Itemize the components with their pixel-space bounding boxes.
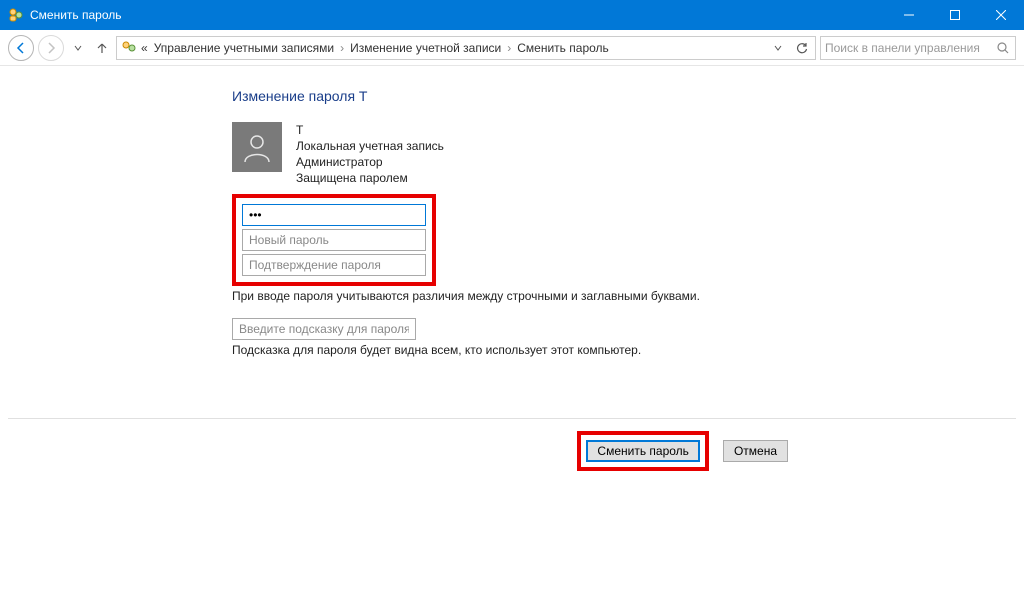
breadcrumb-seg[interactable]: Управление учетными записями (152, 41, 336, 55)
password-hint-input[interactable] (232, 318, 416, 340)
change-password-button[interactable]: Сменить пароль (586, 440, 700, 462)
password-fields-highlight (232, 194, 436, 286)
window-controls (886, 0, 1024, 30)
navigation-bar: « Управление учетными записями › Изменен… (0, 30, 1024, 66)
account-type: Локальная учетная запись (296, 138, 444, 154)
current-password-input[interactable] (242, 204, 426, 226)
breadcrumb-prefix: « (139, 41, 150, 55)
cancel-wrapper: Отмена (723, 431, 788, 462)
new-password-input[interactable] (242, 229, 426, 251)
user-accounts-icon (121, 40, 137, 56)
chevron-right-icon[interactable]: › (338, 41, 346, 55)
breadcrumb-seg[interactable]: Изменение учетной записи (348, 41, 503, 55)
account-protection: Защищена паролем (296, 170, 444, 186)
search-box[interactable] (820, 36, 1016, 60)
cancel-button[interactable]: Отмена (723, 440, 788, 462)
dialog-footer: Сменить пароль Отмена (8, 418, 1016, 470)
confirm-password-input[interactable] (242, 254, 426, 276)
account-name: T (296, 122, 444, 138)
address-bar[interactable]: « Управление учетными записями › Изменен… (116, 36, 816, 60)
window-title: Сменить пароль (30, 8, 886, 22)
minimize-button[interactable] (886, 0, 932, 30)
nav-forward-button[interactable] (38, 35, 64, 61)
account-details: T Локальная учетная запись Администратор… (296, 122, 444, 186)
account-role: Администратор (296, 154, 444, 170)
user-accounts-icon (8, 7, 24, 23)
nav-history-dropdown[interactable] (68, 38, 88, 58)
nav-up-button[interactable] (92, 38, 112, 58)
avatar (232, 122, 282, 172)
page-title: Изменение пароля T (232, 88, 1024, 104)
refresh-icon[interactable] (791, 37, 813, 59)
breadcrumb-seg[interactable]: Сменить пароль (515, 41, 611, 55)
case-sensitive-hint: При вводе пароля учитываются различия ме… (232, 288, 1024, 304)
maximize-button[interactable] (932, 0, 978, 30)
chevron-right-icon[interactable]: › (505, 41, 513, 55)
submit-button-highlight: Сменить пароль (577, 431, 709, 471)
titlebar: Сменить пароль (0, 0, 1024, 30)
account-summary: T Локальная учетная запись Администратор… (232, 122, 1024, 186)
hint-visibility-note: Подсказка для пароля будет видна всем, к… (232, 342, 1024, 358)
search-icon[interactable] (995, 40, 1011, 56)
nav-back-button[interactable] (8, 35, 34, 61)
search-input[interactable] (825, 41, 995, 55)
button-row: Сменить пароль Отмена (577, 431, 788, 471)
address-dropdown-icon[interactable] (767, 37, 789, 59)
content-area: Изменение пароля T T Локальная учетная з… (0, 66, 1024, 607)
close-button[interactable] (978, 0, 1024, 30)
